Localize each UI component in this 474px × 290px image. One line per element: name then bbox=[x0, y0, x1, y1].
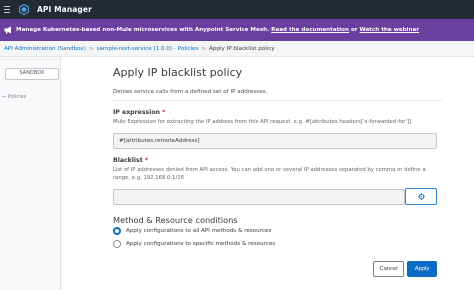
watch-webinar-link[interactable]: Watch the webinar bbox=[360, 27, 419, 33]
page-description: Denies service calls from a defined set … bbox=[113, 89, 268, 95]
blacklist-label: Blacklist * bbox=[113, 157, 148, 164]
blacklist-add-button[interactable] bbox=[405, 188, 437, 205]
required-marker: * bbox=[162, 109, 166, 116]
hamburger-menu-icon[interactable] bbox=[4, 6, 10, 13]
back-to-policies-link[interactable]: ← Policies bbox=[2, 94, 26, 100]
sidebar: SANDBOX ← Policies bbox=[0, 57, 61, 290]
radio-checked-icon[interactable] bbox=[113, 227, 121, 235]
ip-expression-input[interactable] bbox=[113, 133, 437, 149]
ip-expression-label: IP expression * bbox=[113, 109, 165, 116]
scrollbar-area bbox=[442, 57, 474, 290]
blacklist-input[interactable] bbox=[113, 189, 405, 205]
page-title: Apply IP blacklist policy bbox=[113, 66, 243, 79]
apply-button[interactable]: Apply bbox=[407, 261, 437, 277]
radio-all-methods[interactable]: Apply configurations to all API methods … bbox=[113, 227, 271, 235]
radio-all-methods-label: Apply configurations to all API methods … bbox=[126, 228, 272, 234]
breadcrumb-current: Apply IP blacklist policy bbox=[209, 45, 275, 52]
divider bbox=[113, 100, 474, 101]
banner-or: or bbox=[350, 27, 358, 33]
radio-specific-methods[interactable]: Apply configurations to specific methods… bbox=[113, 240, 275, 248]
blacklist-help: List of IP addresses denied from API acc… bbox=[113, 167, 426, 181]
blacklist-label-text: Blacklist bbox=[113, 157, 143, 164]
environment-button[interactable]: SANDBOX bbox=[5, 68, 59, 80]
top-bar: API Manager bbox=[0, 0, 474, 19]
anypoint-logo-icon[interactable] bbox=[19, 4, 29, 15]
app-title: API Manager bbox=[37, 5, 92, 14]
breadcrumb: API Administration (Sandbox) > sample-re… bbox=[0, 41, 474, 57]
breadcrumb-service-policies[interactable]: sample-rest-service (1.0.0) - Policies bbox=[97, 46, 199, 52]
conditions-heading: Method & Resource conditions bbox=[113, 215, 238, 225]
breadcrumb-api-administration[interactable]: API Administration (Sandbox) bbox=[4, 46, 86, 52]
banner-text: Manage Kubernetes-based non-Mule microse… bbox=[16, 27, 270, 33]
announcement-banner: Manage Kubernetes-based non-Mule microse… bbox=[0, 19, 474, 41]
radio-unchecked-icon[interactable] bbox=[113, 240, 121, 248]
main-content: Apply IP blacklist policy Denies service… bbox=[62, 57, 474, 290]
read-docs-link[interactable]: Read the documentation bbox=[271, 27, 349, 33]
required-marker: * bbox=[144, 157, 149, 164]
settings-gear-icon bbox=[417, 193, 425, 200]
megaphone-icon bbox=[4, 26, 11, 34]
cancel-button[interactable]: Cancel bbox=[373, 261, 404, 277]
breadcrumb-separator: > bbox=[201, 45, 207, 52]
radio-specific-methods-label: Apply configurations to specific methods… bbox=[126, 241, 276, 247]
ip-expression-label-text: IP expression bbox=[113, 109, 160, 116]
breadcrumb-separator: > bbox=[88, 45, 94, 52]
ip-expression-help: Mule Expression for extracting the IP ad… bbox=[113, 119, 412, 125]
